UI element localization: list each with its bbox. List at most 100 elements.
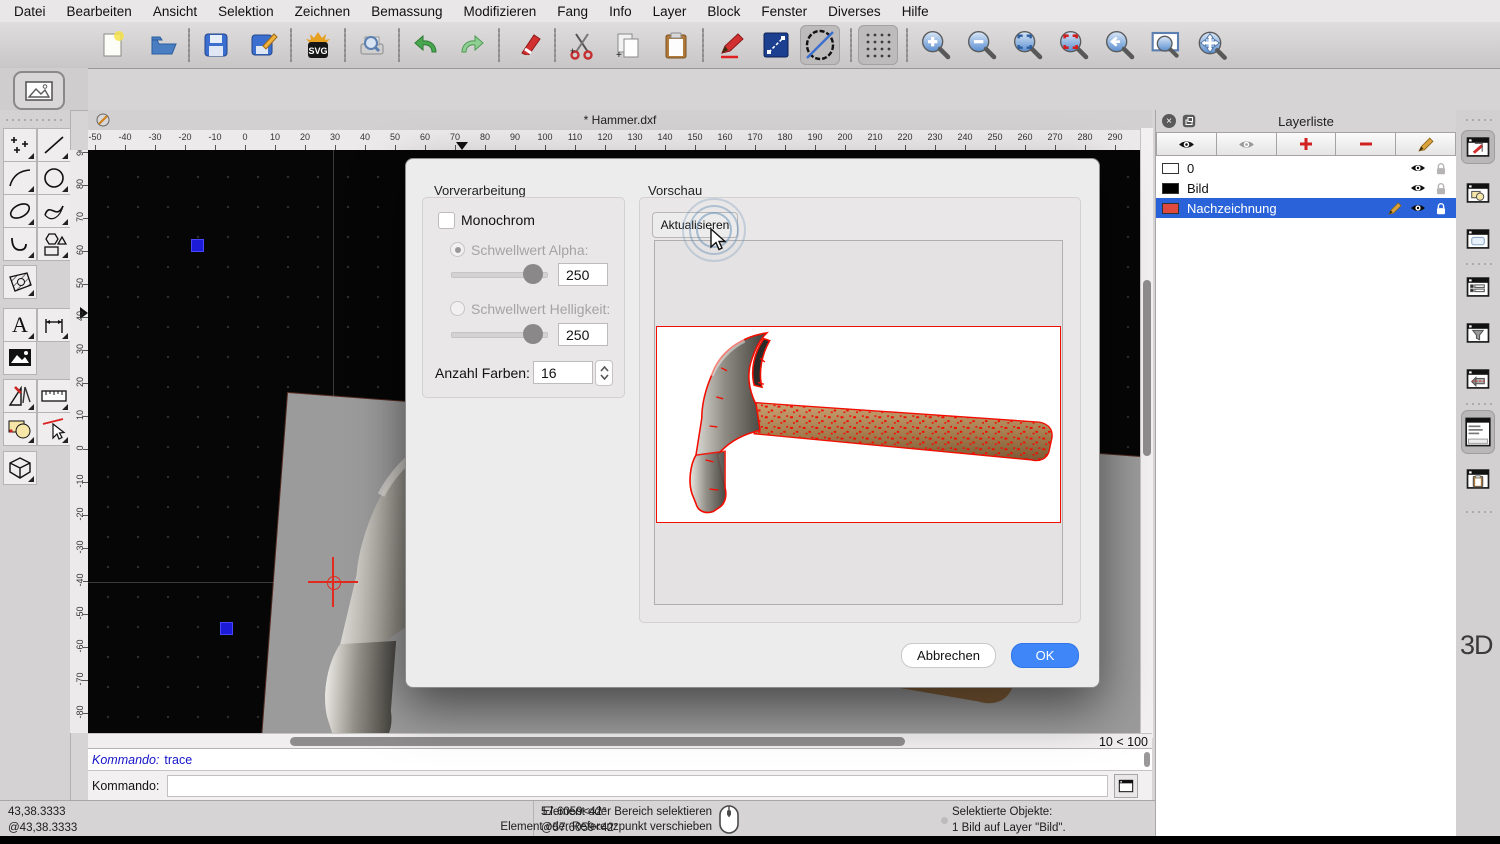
spline-tool[interactable] — [37, 194, 71, 228]
layer-visibility-eye-icon[interactable] — [1410, 161, 1426, 175]
menu-item[interactable]: Selektion — [218, 4, 274, 19]
ok-button[interactable]: OK — [1011, 643, 1079, 668]
redo-icon[interactable] — [452, 25, 492, 65]
layer-edit-pencil-icon[interactable] — [1387, 201, 1402, 216]
zoom-auto-icon[interactable] — [1008, 25, 1048, 65]
property-editor-dock-icon[interactable] — [1461, 270, 1495, 304]
brightness-slider-thumb[interactable] — [523, 324, 543, 344]
line-tool-icon[interactable] — [756, 25, 796, 65]
new-file-icon[interactable] — [94, 25, 134, 65]
measure-tool[interactable] — [37, 379, 71, 413]
monochrome-checkbox[interactable] — [438, 212, 455, 229]
command-line-dock-icon[interactable] — [1461, 410, 1495, 454]
hatch-tool[interactable] — [3, 265, 37, 299]
line-tool[interactable] — [37, 128, 71, 162]
pan-icon[interactable] — [1192, 25, 1232, 65]
image-handle-bottom-left[interactable] — [220, 622, 233, 635]
solid-3d-tool[interactable] — [3, 451, 37, 485]
clipboard-dock-icon[interactable] — [1461, 462, 1495, 496]
layer-color-swatch[interactable] — [1162, 182, 1179, 194]
layer-color-swatch[interactable] — [1162, 202, 1179, 214]
close-panel-icon[interactable]: × — [1162, 114, 1176, 128]
arc-tool[interactable] — [3, 161, 37, 195]
menu-item[interactable]: Info — [609, 4, 632, 19]
save-as-icon[interactable] — [244, 25, 284, 65]
remove-icon[interactable] — [510, 25, 550, 65]
layer-row-0[interactable]: 0 — [1156, 158, 1456, 178]
menu-item[interactable]: Bearbeiten — [67, 4, 132, 19]
hide-all-layers-icon[interactable] — [1216, 132, 1277, 156]
menu-item[interactable]: Diverses — [828, 4, 881, 19]
zoom-window-icon[interactable] — [1146, 25, 1186, 65]
shapes-tool[interactable] — [37, 227, 71, 261]
reference-points-dock-icon[interactable] — [1461, 362, 1495, 396]
panel-drag-handle[interactable] — [4, 118, 64, 122]
alpha-slider-thumb[interactable] — [523, 264, 543, 284]
save-icon[interactable] — [196, 25, 236, 65]
points-tool[interactable] — [3, 128, 37, 162]
command-input[interactable] — [167, 775, 1109, 797]
remove-layer-icon[interactable] — [1336, 132, 1397, 156]
trace-ellipse-icon[interactable] — [800, 25, 840, 65]
layer-row-Bild[interactable]: Bild — [1156, 178, 1456, 198]
zoom-in-icon[interactable] — [916, 25, 956, 65]
menu-item[interactable]: Fenster — [761, 4, 807, 19]
layer-lock-icon[interactable] — [1434, 201, 1448, 216]
image-handle-top-left[interactable] — [191, 239, 204, 252]
command-window-button[interactable] — [1114, 774, 1139, 798]
undo-icon[interactable] — [406, 25, 446, 65]
selection-filter-dock-icon[interactable] — [1461, 316, 1495, 350]
cancel-button[interactable]: Abbrechen — [901, 643, 996, 668]
polyline-tool[interactable] — [3, 227, 37, 261]
alpha-value-field[interactable]: 250 — [558, 263, 608, 286]
print-preview-icon[interactable] — [352, 25, 392, 65]
layer-lock-icon[interactable] — [1434, 181, 1448, 196]
draw-pencil-icon[interactable] — [712, 25, 752, 65]
menu-item[interactable]: Modifizieren — [464, 4, 537, 19]
menu-item[interactable]: Hilfe — [902, 4, 929, 19]
layer-visibility-eye-icon[interactable] — [1410, 201, 1426, 215]
edit-layer-icon[interactable] — [1396, 132, 1456, 156]
layer-lock-icon[interactable] — [1434, 161, 1448, 176]
layer-visibility-eye-icon[interactable] — [1410, 181, 1426, 195]
zoom-out-icon[interactable] — [962, 25, 1002, 65]
brightness-threshold-radio[interactable] — [450, 301, 465, 316]
open-file-icon[interactable] — [144, 25, 184, 65]
circle-tool[interactable] — [37, 161, 71, 195]
float-panel-icon[interactable] — [1182, 114, 1196, 128]
export-svg-icon[interactable]: SVG — [298, 25, 338, 65]
vertical-scrollbar[interactable] — [1140, 128, 1153, 738]
block-list-dock-icon[interactable] — [1461, 176, 1495, 210]
text-tool[interactable]: A — [3, 308, 37, 342]
dimension-tool[interactable] — [37, 308, 71, 342]
3d-dock-label[interactable]: 3D — [1460, 630, 1494, 661]
vertical-scrollbar-thumb[interactable] — [1143, 280, 1151, 456]
show-all-layers-icon[interactable] — [1156, 132, 1217, 156]
image-tool[interactable] — [3, 341, 37, 375]
menu-item[interactable]: Bemassung — [371, 4, 442, 19]
library-browser-dock-icon[interactable] — [1461, 222, 1495, 256]
dock-drag-handle[interactable] — [1464, 118, 1492, 122]
horizontal-scrollbar-thumb[interactable] — [290, 737, 905, 746]
menu-item[interactable]: Fang — [557, 4, 588, 19]
layer-list-dock-icon[interactable] — [1461, 130, 1495, 164]
menu-item[interactable]: Zeichnen — [295, 4, 351, 19]
add-layer-icon[interactable] — [1276, 132, 1337, 156]
menu-item[interactable]: Ansicht — [153, 4, 197, 19]
grid-toggle-icon[interactable] — [858, 25, 898, 65]
menu-item[interactable]: Layer — [653, 4, 687, 19]
block-tool[interactable] — [3, 412, 37, 446]
modify-tool[interactable] — [3, 379, 37, 413]
color-count-stepper[interactable] — [595, 360, 613, 386]
menu-item[interactable]: Datei — [14, 4, 46, 19]
menu-item[interactable]: Block — [707, 4, 740, 19]
layer-row-Nachzeichnung[interactable]: Nachzeichnung — [1156, 198, 1456, 218]
select-tool[interactable] — [37, 412, 71, 446]
ellipse-tool[interactable] — [3, 194, 37, 228]
color-count-field[interactable]: 16 — [533, 361, 593, 384]
copy-icon[interactable]: + — [608, 25, 648, 65]
horizontal-scrollbar[interactable]: 10 < 100 — [88, 733, 1152, 749]
brightness-value-field[interactable]: 250 — [558, 323, 608, 346]
alpha-threshold-radio[interactable] — [450, 242, 465, 257]
current-tool-image-button[interactable] — [13, 71, 65, 110]
